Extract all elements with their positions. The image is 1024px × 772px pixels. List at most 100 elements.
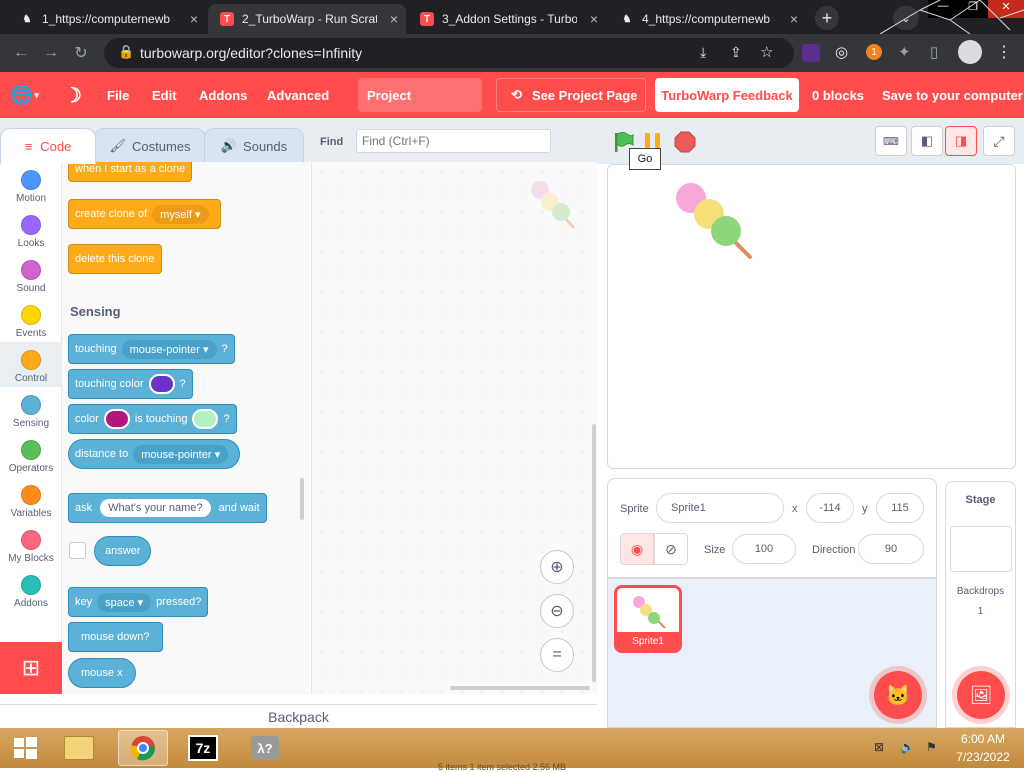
backpack-bar[interactable]: Backpack bbox=[0, 704, 597, 728]
workspace-horizontal-scrollbar[interactable] bbox=[450, 686, 590, 690]
key-dropdown[interactable]: space ▾ bbox=[97, 592, 152, 612]
menu-kebab-icon[interactable]: ⋮ bbox=[996, 42, 1012, 62]
add-extension-button[interactable]: ⊞ bbox=[0, 642, 62, 694]
close-tab-icon[interactable]: × bbox=[390, 11, 398, 27]
block-color-is-touching[interactable]: color is touching ? bbox=[68, 404, 237, 434]
ask-text-input[interactable]: What's your name? bbox=[100, 499, 211, 517]
menu-advanced[interactable]: Advanced bbox=[267, 72, 329, 118]
language-globe-icon[interactable]: 🌐 ▾ bbox=[10, 72, 39, 118]
tab-costumes[interactable]: 🖌 Costumes bbox=[94, 128, 206, 164]
category-my-blocks[interactable]: My Blocks bbox=[0, 522, 62, 567]
block-key-pressed[interactable]: key space ▾ pressed? bbox=[68, 587, 209, 617]
browser-tab-4[interactable]: ♞ 4_https://computernewb × bbox=[608, 4, 806, 34]
sprite-thumbnail[interactable]: Sprite1 bbox=[614, 585, 682, 653]
hide-sprite-eye-icon[interactable]: ⊘ bbox=[654, 533, 688, 565]
palette-scrollbar[interactable] bbox=[300, 478, 304, 520]
chrome-taskbar-icon[interactable] bbox=[118, 730, 168, 766]
show-sprite-eye-icon[interactable]: ◉ bbox=[620, 533, 654, 565]
stage-canvas[interactable] bbox=[607, 164, 1016, 469]
find-input[interactable] bbox=[356, 129, 551, 153]
menu-addons[interactable]: Addons bbox=[199, 72, 247, 118]
block-answer[interactable]: answer bbox=[94, 536, 152, 566]
browser-tab-3[interactable]: T 3_Addon Settings - Turbo × bbox=[408, 4, 606, 34]
download-icon[interactable]: ⤓ bbox=[700, 44, 706, 61]
clock-date[interactable]: 7/23/2022 bbox=[948, 750, 1018, 764]
color-picker-magenta[interactable] bbox=[103, 409, 130, 429]
stop-icon[interactable] bbox=[673, 130, 697, 154]
lock-icon[interactable]: 🔒 bbox=[118, 44, 134, 60]
direction-input[interactable]: 90 bbox=[858, 534, 924, 564]
sprite1-on-stage[interactable] bbox=[674, 181, 754, 261]
answer-monitor-checkbox[interactable] bbox=[69, 542, 86, 559]
color-picker-mint[interactable] bbox=[192, 409, 219, 429]
share-icon[interactable]: ⇪ bbox=[730, 44, 742, 61]
fullscreen-icon[interactable]: ⤢ bbox=[983, 126, 1015, 156]
block-when-i-start-as-clone[interactable]: when I start as a clone bbox=[68, 162, 193, 182]
menu-edit[interactable]: Edit bbox=[152, 72, 177, 118]
sprite-name-input[interactable]: Sprite1 bbox=[656, 493, 784, 523]
close-tab-icon[interactable]: × bbox=[590, 11, 598, 27]
stage-thumbnail[interactable] bbox=[950, 526, 1012, 572]
lightbulb-extension-icon[interactable]: ◎ bbox=[835, 43, 848, 61]
windows-start-icon[interactable] bbox=[0, 730, 50, 766]
normal-stage-icon[interactable]: ◨ bbox=[945, 126, 977, 156]
profile-avatar-icon[interactable] bbox=[958, 40, 982, 64]
size-input[interactable]: 100 bbox=[732, 534, 796, 564]
zoom-reset-icon[interactable]: = bbox=[540, 638, 574, 672]
close-tab-icon[interactable]: × bbox=[790, 11, 798, 27]
touching-target-dropdown[interactable]: mouse-pointer ▾ bbox=[121, 339, 217, 359]
block-create-clone[interactable]: create clone of myself ▾ bbox=[68, 199, 221, 229]
reload-icon[interactable]: ↻ bbox=[70, 42, 92, 64]
save-to-computer-button[interactable]: Save to your computer bbox=[882, 72, 1023, 118]
category-events[interactable]: Events bbox=[0, 297, 62, 342]
color-picker-purple[interactable] bbox=[148, 374, 175, 394]
lambda-app-taskbar-icon[interactable]: λ? bbox=[240, 730, 290, 766]
new-tab-icon[interactable]: + bbox=[815, 6, 839, 30]
category-control[interactable]: Control bbox=[0, 342, 62, 387]
block-touching-color[interactable]: touching color ? bbox=[68, 369, 193, 399]
zoom-out-icon[interactable]: ⊖ bbox=[540, 594, 574, 628]
block-delete-this-clone[interactable]: delete this clone bbox=[68, 244, 162, 274]
extension-icon[interactable] bbox=[802, 44, 820, 62]
category-operators[interactable]: Operators bbox=[0, 432, 62, 477]
block-touching[interactable]: touching mouse-pointer ▾ ? bbox=[68, 334, 235, 364]
extensions-puzzle-icon[interactable]: ✦ bbox=[898, 43, 911, 61]
7zip-taskbar-icon[interactable]: 7z bbox=[178, 730, 228, 766]
volume-icon[interactable]: 🔈 bbox=[900, 740, 915, 754]
small-stage-icon[interactable]: ◧ bbox=[911, 126, 943, 156]
address-bar[interactable]: 🔒 turbowarp.org/editor?clones=Infinity ⤓… bbox=[104, 38, 794, 68]
browser-tab-1[interactable]: ♞ 1_https://computernewb × bbox=[8, 4, 206, 34]
side-panel-icon[interactable]: ▯ bbox=[930, 43, 938, 61]
choose-backdrop-icon[interactable]: 🖼 bbox=[957, 671, 1005, 719]
distance-target-dropdown[interactable]: mouse-pointer ▾ bbox=[133, 444, 229, 464]
extension-badge-icon[interactable]: 1 bbox=[866, 44, 882, 60]
block-ask-and-wait[interactable]: ask What's your name? and wait bbox=[68, 493, 267, 523]
category-looks[interactable]: Looks bbox=[0, 207, 62, 252]
stage-target-panel[interactable]: Stage Backdrops 1 🖼 bbox=[945, 481, 1016, 728]
theme-moon-icon[interactable]: ☽ bbox=[64, 72, 82, 118]
turbowarp-feedback-button[interactable]: TurboWarp Feedback bbox=[655, 78, 799, 112]
back-icon[interactable]: ← bbox=[10, 42, 32, 64]
project-title-input[interactable]: Project bbox=[358, 78, 482, 112]
block-distance-to[interactable]: distance to mouse-pointer ▾ bbox=[68, 439, 241, 469]
category-sensing[interactable]: Sensing bbox=[0, 387, 62, 432]
browser-tab-2[interactable]: T 2_TurboWarp - Run Scrat × bbox=[208, 4, 406, 34]
category-motion[interactable]: Motion bbox=[0, 162, 62, 207]
block-mouse-x[interactable]: mouse x bbox=[68, 658, 136, 688]
network-icon[interactable]: ⊠ bbox=[874, 740, 884, 754]
tab-code[interactable]: ≡ Code bbox=[0, 128, 96, 164]
file-explorer-icon[interactable] bbox=[54, 730, 104, 766]
clock-time[interactable]: 6:00 AM bbox=[948, 732, 1018, 746]
y-position-input[interactable]: 115 bbox=[876, 493, 924, 523]
tab-sounds[interactable]: 🔊 Sounds bbox=[204, 128, 304, 164]
category-variables[interactable]: Variables bbox=[0, 477, 62, 522]
console-icon[interactable]: ⌨ bbox=[875, 126, 907, 156]
zoom-in-icon[interactable]: ⊕ bbox=[540, 550, 574, 584]
see-project-page-button[interactable]: ⟲ See Project Page bbox=[496, 78, 646, 112]
clone-target-dropdown[interactable]: myself ▾ bbox=[152, 204, 209, 224]
close-tab-icon[interactable]: × bbox=[190, 11, 198, 27]
category-addons[interactable]: Addons bbox=[0, 567, 62, 612]
choose-sprite-cat-icon[interactable]: 🐱 bbox=[874, 671, 922, 719]
workspace-vertical-scrollbar[interactable] bbox=[592, 424, 596, 682]
action-center-icon[interactable]: ⚑ bbox=[926, 740, 937, 754]
